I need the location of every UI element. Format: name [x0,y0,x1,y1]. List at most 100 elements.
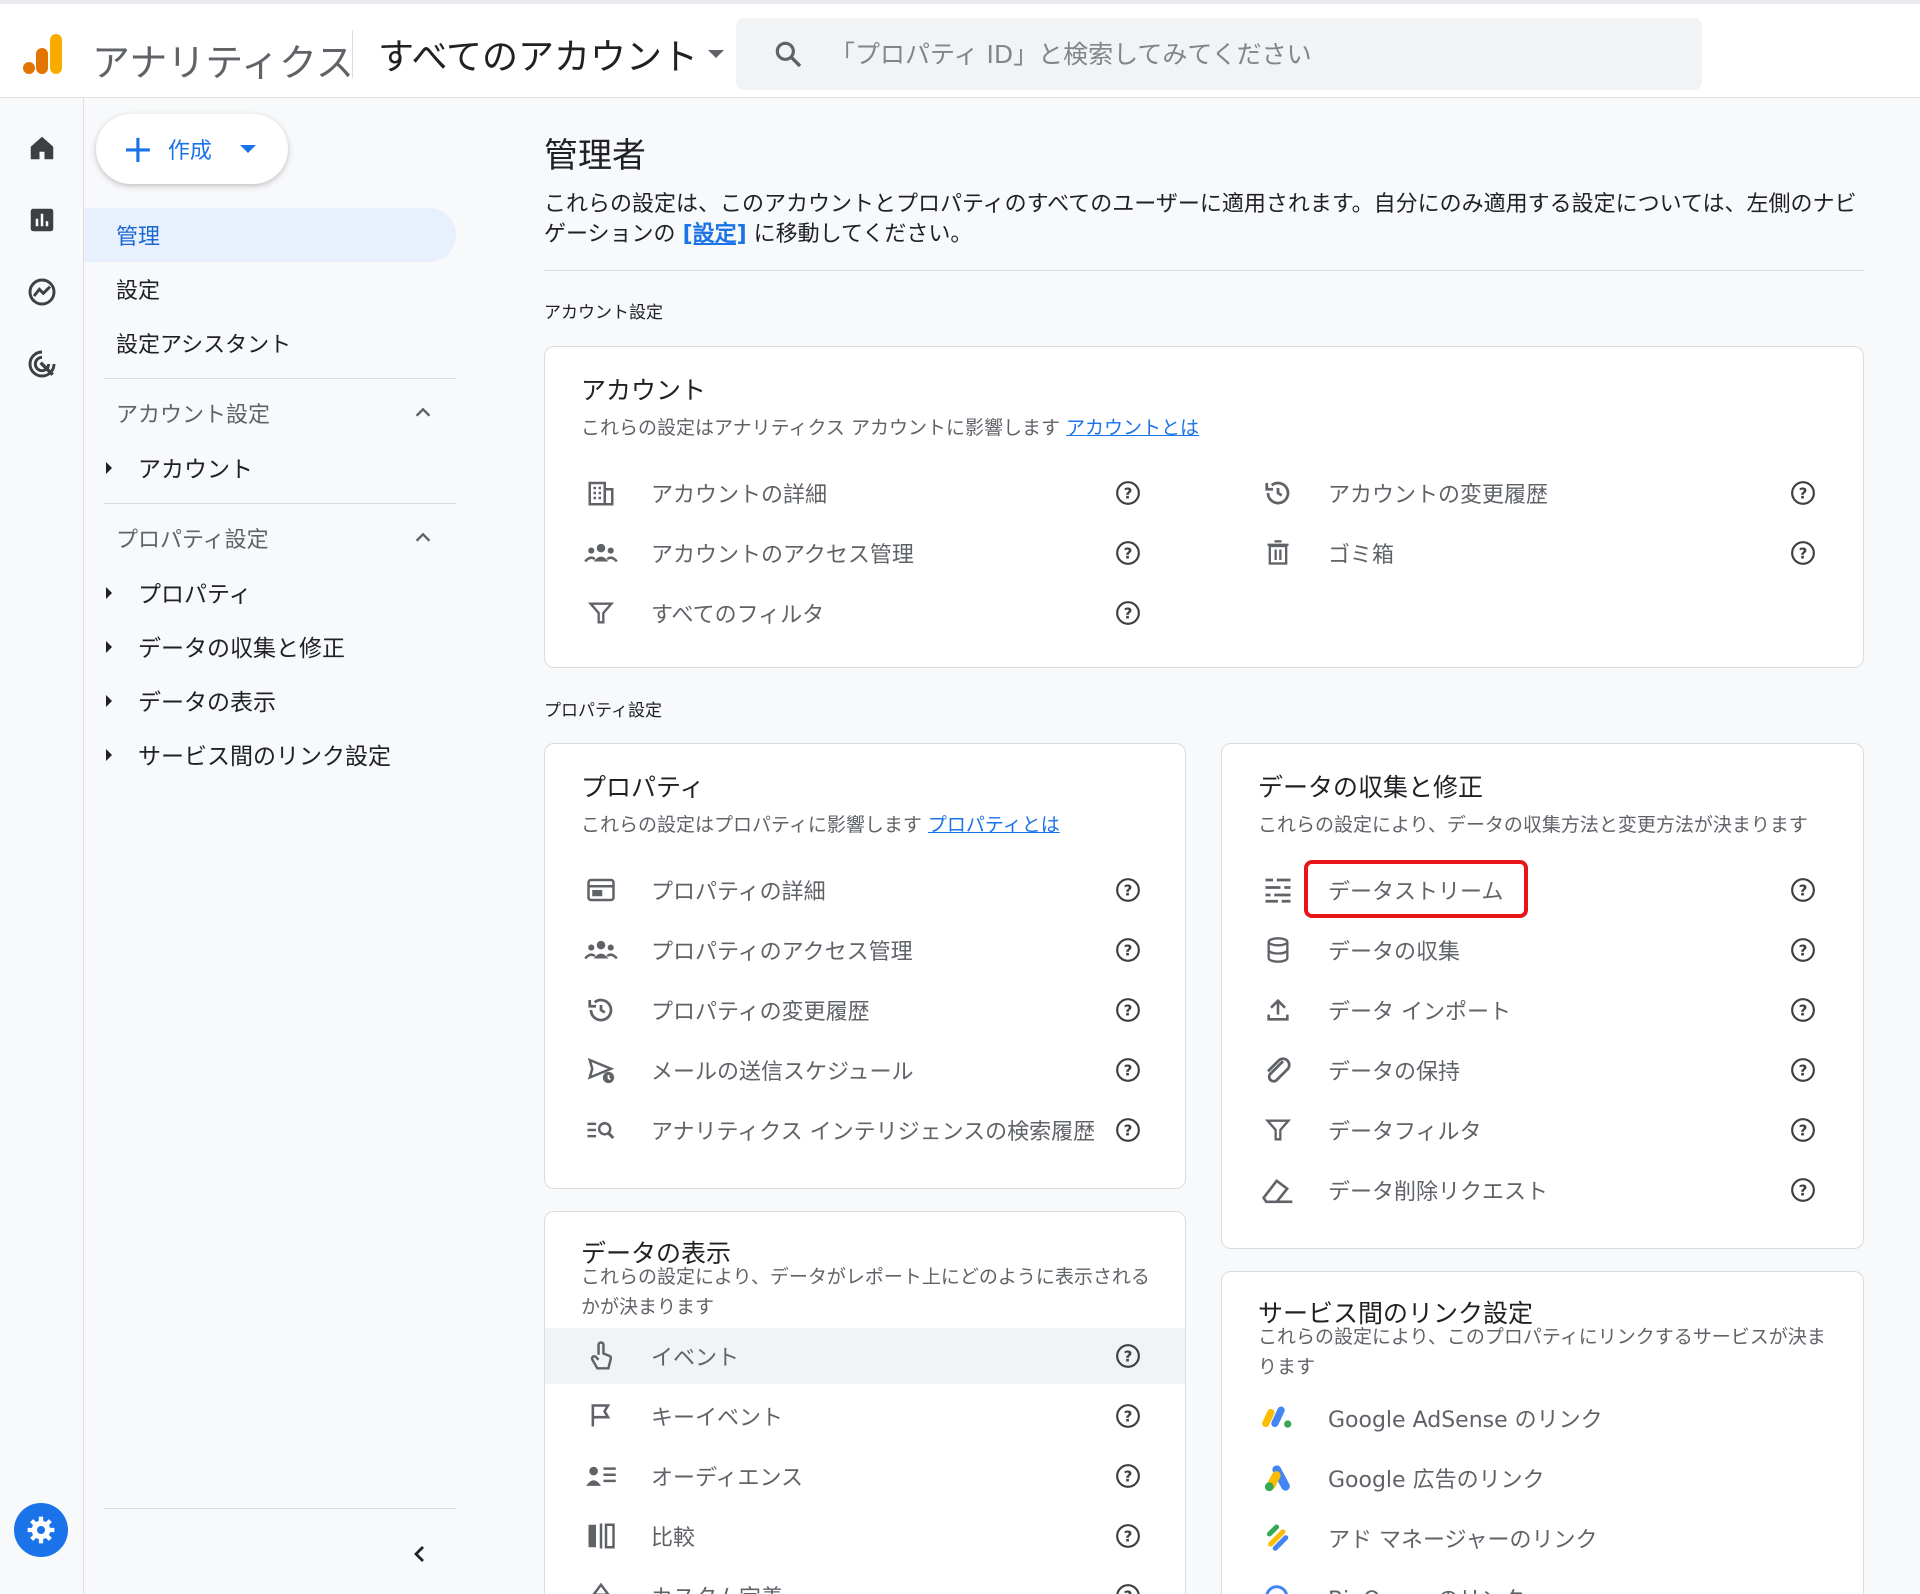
nav-item-account[interactable]: アカウント [84,440,456,494]
nav-item-data-collection[interactable]: データの収集と修正 [84,619,456,673]
admin-gear-icon[interactable] [14,1503,68,1557]
data-collection-row[interactable]: データの収集 ? [1258,922,1828,978]
row-label: アナリティクス インテリジェンスの検索履歴 [651,1120,1096,1145]
intelligence-search-history-row[interactable]: アナリティクス インテリジェンスの検索履歴 ? [581,1102,1151,1158]
svg-text:?: ? [1124,604,1133,622]
adsense-links-row[interactable]: Google AdSense のリンク [1258,1390,1828,1446]
help-icon[interactable]: ? [1113,1055,1143,1085]
create-button[interactable]: + 作成 [96,114,288,184]
settings-link[interactable]: [設定] [683,222,747,247]
help-icon[interactable]: ? [1788,935,1818,965]
help-icon[interactable]: ? [1113,935,1143,965]
data-import-row[interactable]: データ インポート ? [1258,982,1828,1038]
row-label: アカウントの詳細 [651,483,828,508]
help-icon[interactable]: ? [1113,1581,1143,1594]
comparisons-row[interactable]: 比較 ? [581,1508,1151,1564]
help-icon[interactable]: ? [1113,598,1143,628]
account-selector[interactable]: すべてのアカウント [378,28,725,80]
bigquery-links-row[interactable]: BigQuery のリンク [1258,1570,1828,1594]
help-icon[interactable]: ? [1113,995,1143,1025]
account-card: アカウント これらの設定はアナリティクス アカウントに影響します アカウントとは… [544,346,1864,668]
app-title: アナリティクス [92,41,354,85]
expand-arrow-icon [106,587,112,599]
account-access-row[interactable]: アカウントのアクセス管理 ? [581,525,1141,581]
chevron-up-icon [412,527,434,555]
divider [544,270,1864,271]
reports-icon[interactable] [22,200,62,240]
nav-item-property[interactable]: プロパティ [84,565,456,619]
nav-item-data-display[interactable]: データの表示 [84,673,456,727]
data-deletion-requests-row[interactable]: データ削除リクエスト ? [1258,1162,1828,1218]
help-icon[interactable]: ? [1113,1401,1143,1431]
nav-item-product-links[interactable]: サービス間のリンク設定 [84,727,456,781]
section-label-property-settings: プロパティ設定 [544,701,662,721]
google-ads-links-row[interactable]: Google 広告のリンク [1258,1450,1828,1506]
plus-icon: + [122,127,154,171]
advertising-icon[interactable] [22,344,62,384]
what-is-account-link[interactable]: アカウントとは [1066,417,1199,439]
nav-item-settings[interactable]: 設定 [84,262,456,316]
ad-manager-links-row[interactable]: アド マネージャーのリンク [1258,1510,1828,1566]
nav-item-admin[interactable]: 管理 [84,208,456,262]
help-icon[interactable]: ? [1788,538,1818,568]
data-retention-row[interactable]: データの保持 ? [1258,1042,1828,1098]
svg-text:?: ? [1124,544,1133,562]
help-icon[interactable]: ? [1788,1055,1818,1085]
nav-item-setup-assistant[interactable]: 設定アシスタント [84,316,456,370]
card-description: これらの設定により、データの収集方法と変更方法が決まります [1258,814,1808,836]
audience-icon [581,1456,621,1496]
property-change-history-row[interactable]: プロパティの変更履歴 ? [581,982,1151,1038]
help-icon[interactable]: ? [1788,995,1818,1025]
card-description: これらの設定はアナリティクス アカウントに影響します アカウントとは [581,413,1199,443]
all-filters-row[interactable]: すべてのフィルタ ? [581,585,1141,641]
help-icon[interactable]: ? [1113,1521,1143,1551]
nav-section-account-settings[interactable]: アカウント設定 [84,386,456,440]
home-icon[interactable] [22,128,62,168]
help-icon[interactable]: ? [1788,478,1818,508]
help-icon[interactable]: ? [1788,875,1818,905]
collapse-nav-button[interactable] [396,1530,444,1578]
ad-manager-icon [1258,1518,1298,1558]
key-events-row[interactable]: キーイベント ? [581,1388,1151,1444]
custom-definitions-row[interactable]: カスタム定義 ? [581,1568,1151,1594]
property-details-row[interactable]: プロパティの詳細 ? [581,862,1151,918]
trash-row[interactable]: ゴミ箱 ? [1258,525,1818,581]
expand-arrow-icon [106,695,112,707]
navigation-rail [0,98,84,1594]
bigquery-icon [1258,1578,1298,1594]
help-icon[interactable]: ? [1788,1115,1818,1145]
expand-arrow-icon [106,641,112,653]
explore-icon[interactable] [22,272,62,312]
search-input[interactable] [830,30,1670,78]
nav-section-property-settings[interactable]: プロパティ設定 [84,511,456,565]
help-icon[interactable]: ? [1113,1461,1143,1491]
scheduled-emails-row[interactable]: メールの送信スケジュール ? [581,1042,1151,1098]
top-app-bar: アナリティクス すべてのアカウント [0,0,1920,98]
help-icon[interactable]: ? [1113,538,1143,568]
property-access-row[interactable]: プロパティのアクセス管理 ? [581,922,1151,978]
help-icon[interactable]: ? [1113,1115,1143,1145]
card-description: これらの設定はプロパティに影響します プロパティとは [581,810,1060,840]
help-icon[interactable]: ? [1113,478,1143,508]
google-ads-icon [1258,1458,1298,1498]
adsense-icon [1258,1398,1298,1438]
section-label-account-settings: アカウント設定 [544,303,663,323]
svg-text:?: ? [1799,1001,1808,1019]
card-description: これらの設定により、データがレポート上にどのように表示されるかが決まります [581,1266,1150,1318]
analytics-logo-icon[interactable] [22,32,66,76]
audiences-row[interactable]: オーディエンス ? [581,1448,1151,1504]
account-details-row[interactable]: アカウントの詳細 ? [581,465,1141,521]
account-change-history-row[interactable]: アカウントの変更履歴 ? [1258,465,1818,521]
what-is-property-link[interactable]: プロパティとは [928,814,1060,836]
property-card-icon [581,870,621,910]
search-bar[interactable] [736,18,1702,90]
row-label: メールの送信スケジュール [651,1060,914,1085]
row-label: データ削除リクエスト [1328,1180,1549,1205]
help-icon[interactable]: ? [1113,1341,1143,1371]
events-row[interactable]: イベント ? [545,1328,1185,1384]
create-button-label: 作成 [167,139,212,164]
data-filters-row[interactable]: データフィルタ ? [1258,1102,1828,1158]
help-icon[interactable]: ? [1113,875,1143,905]
help-icon[interactable]: ? [1788,1175,1818,1205]
card-description: これらの設定により、このプロパティにリンクするサービスが決まります [1258,1326,1826,1378]
